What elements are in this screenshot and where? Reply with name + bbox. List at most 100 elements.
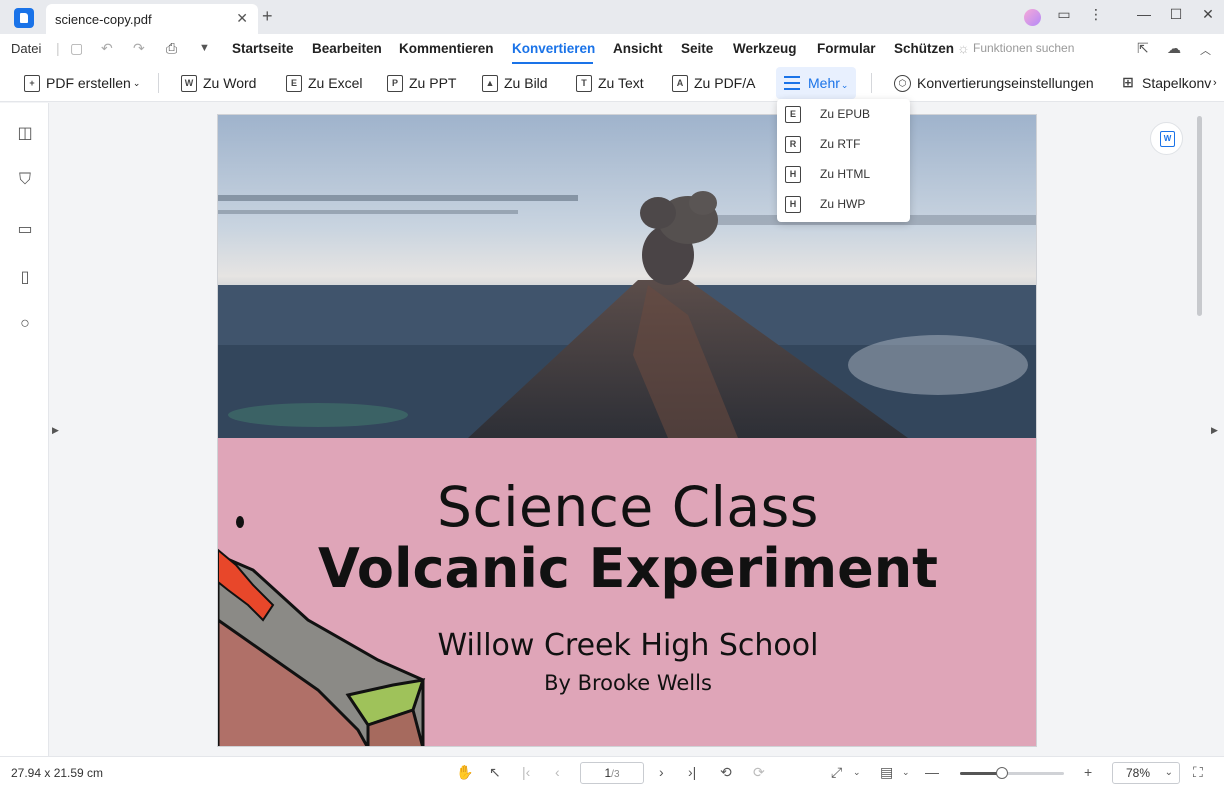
message-icon[interactable]: ▭: [1052, 6, 1076, 23]
zoom-level-select[interactable]: 78% ⌄: [1112, 762, 1180, 784]
to-text-button[interactable]: T Zu Text: [576, 73, 644, 93]
chevron-down-icon: ⌄: [840, 80, 849, 90]
print-icon[interactable]: ⎙: [166, 40, 177, 57]
attachment-icon[interactable]: ▯: [15, 267, 35, 287]
to-pdfa-label: Zu PDF/A: [694, 75, 756, 91]
hwp-icon: H: [785, 196, 801, 213]
previous-page-icon[interactable]: ‹: [555, 764, 560, 780]
menu-item-to-rtf[interactable]: R Zu RTF: [777, 129, 910, 159]
maximize-icon[interactable]: ☐: [1164, 6, 1188, 23]
last-page-icon[interactable]: ›|: [688, 764, 696, 780]
hand-tool-icon[interactable]: ✋: [456, 764, 473, 781]
word-icon: W: [1160, 131, 1175, 147]
undo-icon[interactable]: ↶: [101, 40, 113, 57]
chevron-down-icon: ⌄: [1164, 767, 1173, 778]
share-icon[interactable]: ⇱: [1137, 40, 1149, 57]
menu-schuetzen[interactable]: Schützen: [894, 41, 954, 56]
to-ppt-label: Zu PPT: [409, 75, 457, 91]
word-icon: W: [181, 74, 197, 92]
menu-item-to-hwp[interactable]: H Zu HWP: [777, 189, 910, 219]
document-school: Willow Creek High School: [437, 628, 819, 663]
page-layout-icon[interactable]: ▤: [880, 764, 893, 781]
thumbnails-icon[interactable]: ◫: [15, 123, 35, 143]
to-pdfa-button[interactable]: A Zu PDF/A: [672, 73, 755, 93]
to-word-label: Zu Word: [203, 75, 257, 91]
batch-convert-label: Stapelkonv: [1142, 75, 1212, 91]
bookmark-icon[interactable]: ⛉: [15, 171, 35, 191]
menu-ansicht[interactable]: Ansicht: [613, 41, 663, 56]
vertical-scrollbar[interactable]: [1197, 116, 1202, 316]
menu-item-label: Zu RTF: [820, 137, 861, 151]
chevron-down-icon[interactable]: ⌄: [853, 767, 861, 778]
save-icon[interactable]: ▢: [70, 40, 83, 57]
divider: |: [56, 40, 60, 56]
fullscreen-icon[interactable]: ⛶: [1193, 764, 1203, 781]
next-page-icon[interactable]: ›: [659, 764, 664, 780]
close-tab-icon[interactable]: ✕: [236, 10, 248, 27]
menu-item-to-html[interactable]: H Zu HTML: [777, 159, 910, 189]
menu-bar: Datei | ▢ ↶ ↷ ⎙ ▼ Startseite Bearbeiten …: [0, 34, 1224, 64]
menu-werkzeug[interactable]: Werkzeug: [733, 41, 797, 56]
menu-konvertieren[interactable]: Konvertieren: [512, 41, 595, 56]
chevron-down-icon[interactable]: ⌄: [902, 767, 910, 778]
settings-icon: ⬡: [894, 74, 911, 92]
rotate-page-right-icon[interactable]: ⟳: [753, 764, 765, 781]
to-image-button[interactable]: ▲ Zu Bild: [482, 73, 548, 93]
more-label: Mehr⌄: [808, 75, 849, 91]
feature-search[interactable]: Funktionen suchen: [973, 41, 1074, 55]
menu-kommentieren[interactable]: Kommentieren: [399, 41, 494, 56]
new-tab-icon[interactable]: +: [262, 6, 273, 27]
zoom-out-icon[interactable]: —: [925, 764, 939, 780]
minimize-icon[interactable]: —: [1132, 6, 1156, 22]
menu-seite[interactable]: Seite: [681, 41, 713, 56]
pdf-page: Science Class Volcanic Experiment Willow…: [217, 114, 1037, 747]
menu-item-to-epub[interactable]: E Zu EPUB: [777, 99, 910, 129]
pdf-create-button[interactable]: + PDF erstellen ⌄: [24, 73, 140, 93]
to-word-button[interactable]: W Zu Word: [181, 73, 256, 93]
tab-title: science-copy.pdf: [55, 12, 152, 27]
avatar[interactable]: [1024, 9, 1041, 26]
menu-bearbeiten[interactable]: Bearbeiten: [312, 41, 382, 56]
page-number-input[interactable]: 1/3: [580, 762, 644, 784]
comment-icon[interactable]: ▭: [15, 219, 35, 239]
image-icon: ▲: [482, 74, 498, 92]
text-icon: T: [576, 74, 592, 92]
convert-settings-button[interactable]: ⬡ Konvertierungseinstellungen: [894, 73, 1094, 93]
to-ppt-button[interactable]: P Zu PPT: [387, 73, 456, 93]
zoom-slider-handle[interactable]: [995, 767, 1008, 779]
first-page-icon[interactable]: |‹: [522, 764, 530, 780]
redo-icon[interactable]: ↷: [133, 40, 145, 57]
rotate-page-icon[interactable]: ⟲: [720, 764, 732, 781]
expand-right-panel-icon[interactable]: ▶: [1211, 425, 1218, 436]
expand-left-panel-icon[interactable]: ▶: [52, 425, 59, 436]
fit-page-icon[interactable]: ⤢: [831, 764, 842, 781]
batch-convert-button[interactable]: ⊞ Stapelkonv: [1120, 73, 1211, 93]
menu-startseite[interactable]: Startseite: [232, 41, 294, 56]
menu-file[interactable]: Datei: [11, 41, 41, 56]
quick-access-dropdown-icon[interactable]: ▼: [199, 42, 210, 54]
chevron-down-icon: ⌄: [132, 77, 141, 88]
convert-settings-label: Konvertierungseinstellungen: [917, 75, 1094, 91]
cloud-upload-icon[interactable]: ☁: [1167, 40, 1181, 57]
document-title-line2: Volcanic Experiment: [318, 537, 938, 600]
search-icon[interactable]: ○: [15, 315, 35, 335]
convert-to-word-float-button[interactable]: W: [1150, 122, 1183, 155]
collapse-ribbon-icon[interactable]: ︿: [1200, 42, 1211, 58]
to-excel-button[interactable]: E Zu Excel: [286, 73, 362, 93]
pdfa-icon: A: [672, 74, 688, 92]
convert-toolbar: + PDF erstellen ⌄ W Zu Word E Zu Excel P…: [0, 64, 1224, 102]
to-text-label: Zu Text: [598, 75, 644, 91]
document-tab[interactable]: science-copy.pdf ✕: [46, 4, 258, 34]
ppt-icon: P: [387, 74, 403, 92]
title-bar: science-copy.pdf ✕ + ▭ ⋮ — ☐ ✕: [0, 0, 1224, 34]
more-button[interactable]: Mehr⌄: [776, 67, 856, 99]
select-tool-icon[interactable]: ↖: [489, 764, 501, 781]
html-icon: H: [785, 166, 801, 183]
close-window-icon[interactable]: ✕: [1196, 6, 1220, 23]
menu-formular[interactable]: Formular: [817, 41, 876, 56]
more-options-icon[interactable]: ⋮: [1084, 6, 1108, 23]
menu-item-label: Zu EPUB: [820, 107, 871, 121]
toolbar-scroll-right-icon[interactable]: ›: [1213, 73, 1217, 93]
to-image-label: Zu Bild: [504, 75, 548, 91]
zoom-in-icon[interactable]: +: [1084, 764, 1092, 780]
